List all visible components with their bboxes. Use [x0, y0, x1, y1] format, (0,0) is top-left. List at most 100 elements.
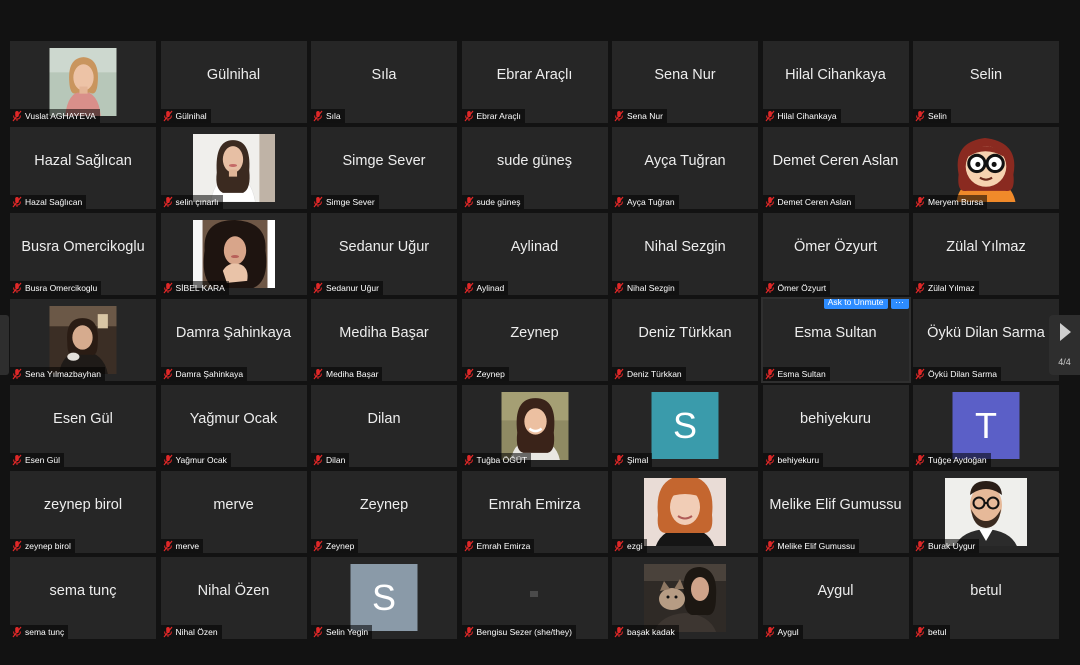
participant-tile[interactable]: Zeynep Zeynep — [461, 299, 608, 381]
muted-mic-icon — [313, 454, 323, 466]
participant-tile[interactable]: selin çınarlı — [160, 127, 307, 209]
ask-to-unmute-button[interactable]: Ask to Unmute — [823, 299, 888, 309]
participant-name-label: Dilan — [311, 453, 350, 467]
participant-tile[interactable]: başak kadak — [612, 557, 758, 639]
participant-tile[interactable]: Sena Yılmazbayhan — [10, 299, 156, 381]
participant-tile[interactable]: Burak Uygur — [913, 471, 1059, 553]
participant-tile[interactable]: S Selin Yegin — [311, 557, 457, 639]
participant-name-label: sema tunç — [10, 625, 69, 639]
participant-display-name: Sıla — [371, 67, 397, 83]
participant-tile[interactable]: Damra Şahinkaya Damra Şahinkaya — [160, 299, 307, 381]
participant-tile[interactable]: merve merve — [160, 471, 307, 553]
participant-display-name: Nihal Sezgin — [644, 239, 726, 255]
participant-tile[interactable]: Sena Nur Sena Nur — [612, 41, 758, 123]
next-page-button[interactable]: 4/4 — [1049, 315, 1080, 375]
participant-name: ezgi — [627, 541, 643, 551]
participant-tile[interactable]: Ayça Tuğran Ayça Tuğran — [612, 127, 758, 209]
participant-name: Ebrar Araçlı — [476, 111, 521, 121]
participant-avatar: S — [350, 564, 418, 631]
participant-tile[interactable]: betul betul — [913, 557, 1059, 639]
participant-tile[interactable]: Aygul Aygul — [762, 557, 909, 639]
participant-video — [501, 392, 568, 460]
more-options-button[interactable]: ··· — [890, 299, 909, 309]
participant-tile[interactable]: ezgi — [612, 471, 758, 553]
participant-display-name: Mediha Başar — [339, 325, 429, 341]
participant-name-label: Ayça Tuğran — [612, 195, 679, 209]
participant-tile[interactable]: Sıla Sıla — [311, 41, 457, 123]
participant-tile[interactable]: Deniz Türkkan Deniz Türkkan — [612, 299, 758, 381]
participant-tile[interactable]: T Tuğçe Aydoğan — [913, 385, 1059, 467]
participant-tile[interactable]: Ebrar Araçlı Ebrar Araçlı — [461, 41, 608, 123]
muted-mic-icon — [12, 282, 22, 294]
participant-tile[interactable]: Öykü Dilan Sarma Öykü Dilan Sarma — [913, 299, 1059, 381]
muted-mic-icon — [163, 196, 173, 208]
participant-tile[interactable]: sude güneş sude güneş — [461, 127, 608, 209]
participant-name: Deniz Türkkan — [627, 369, 682, 379]
muted-mic-icon — [915, 540, 925, 552]
participant-name-label: Damra Şahinkaya — [160, 367, 248, 381]
participant-name-label: Selin Yegin — [311, 625, 373, 639]
participant-tile[interactable]: Nihal Özen Nihal Özen — [160, 557, 307, 639]
muted-mic-icon — [12, 368, 22, 380]
muted-mic-icon — [464, 540, 474, 552]
muted-mic-icon — [765, 368, 775, 380]
participant-tile[interactable]: Sedanur Uğur Sedanur Uğur — [311, 213, 457, 295]
participant-tile[interactable]: Aylinad Aylinad — [461, 213, 608, 295]
participant-tile[interactable]: Melike Elif Gumussu Melike Elif Gumussu — [762, 471, 909, 553]
participant-tile[interactable]: S Şimal — [612, 385, 758, 467]
participant-name-label: Vuslat AGHAYEVA — [10, 109, 100, 123]
participant-tile[interactable]: sema tunç sema tunç — [10, 557, 156, 639]
participant-display-name: Emrah Emirza — [488, 497, 581, 513]
muted-mic-icon — [614, 196, 624, 208]
participant-tile[interactable]: Dilan Dilan — [311, 385, 457, 467]
muted-mic-icon — [765, 196, 775, 208]
participant-tile[interactable]: Ömer Özyurt Ömer Özyurt — [762, 213, 909, 295]
participant-tile[interactable]: Zeynep Zeynep — [311, 471, 457, 553]
participant-name: Bengisu Sezer (she/they) — [476, 627, 572, 637]
participant-name-label: Aygul — [762, 625, 803, 639]
participant-tile[interactable]: Meryem Bursa — [913, 127, 1059, 209]
participant-name: Zeynep — [326, 541, 355, 551]
participant-tile[interactable]: Vuslat AGHAYEVA — [10, 41, 156, 123]
participant-video — [49, 48, 117, 116]
participant-tile[interactable]: zeynep birol zeynep birol — [10, 471, 156, 553]
participant-display-name: zeynep birol — [43, 497, 123, 513]
participant-tile[interactable]: Demet Ceren Aslan Demet Ceren Aslan — [762, 127, 909, 209]
muted-mic-icon — [915, 454, 925, 466]
participant-tile[interactable]: Hilal Cihankaya Hilal Cihankaya — [762, 41, 909, 123]
participant-name-label: Tuğçe Aydoğan — [913, 453, 991, 467]
muted-mic-icon — [163, 454, 173, 466]
participant-tile[interactable]: Esma Sultan Ask to Unmute ··· Esma Sultan — [760, 297, 911, 383]
previous-page-button[interactable] — [0, 315, 9, 375]
participant-video — [192, 134, 275, 202]
participant-tile[interactable]: Yağmur Ocak Yağmur Ocak — [160, 385, 307, 467]
participant-tile[interactable]: Zülal Yılmaz Zülal Yılmaz — [913, 213, 1059, 295]
participant-tile[interactable]: SİBEL KARA — [160, 213, 307, 295]
participant-tile[interactable]: Selin Selin — [913, 41, 1059, 123]
muted-mic-icon — [765, 626, 775, 638]
participant-tile[interactable]: Esen Gül Esen Gül — [10, 385, 156, 467]
participant-tile[interactable]: Simge Sever Simge Sever — [311, 127, 457, 209]
participant-name-label: Aylinad — [461, 281, 509, 295]
participant-name-label: Bengisu Sezer (she/they) — [461, 625, 576, 639]
participant-tile[interactable]: Mediha Başar Mediha Başar — [311, 299, 457, 381]
participant-name: Sena Nur — [627, 111, 663, 121]
muted-mic-icon — [313, 368, 323, 380]
participant-tile[interactable]: behiyekuru behiyekuru — [762, 385, 909, 467]
participant-tile[interactable]: Bengisu Sezer (she/they) — [461, 557, 608, 639]
participant-display-name: merve — [213, 497, 254, 513]
participant-name: Demet Ceren Aslan — [777, 197, 852, 207]
participant-tile[interactable]: Hazal Sağlıcan Hazal Sağlıcan — [10, 127, 156, 209]
participant-tile[interactable]: Busra Omercikoglu Busra Omercikoglu — [10, 213, 156, 295]
muted-mic-icon — [614, 540, 624, 552]
participant-tile[interactable]: Gülnihal Gülnihal — [160, 41, 307, 123]
participant-display-name: Hazal Sağlıcan — [34, 153, 132, 169]
muted-mic-icon — [464, 282, 474, 294]
participant-name-label: Gülnihal — [160, 109, 211, 123]
participant-name: Sena Yılmazbayhan — [25, 369, 101, 379]
participant-name: Tuğba ÖĞÜT — [476, 455, 528, 465]
participant-tile[interactable]: Tuğba ÖĞÜT — [461, 385, 608, 467]
participant-name: Zeynep — [476, 369, 505, 379]
participant-tile[interactable]: Nihal Sezgin Nihal Sezgin — [612, 213, 758, 295]
participant-tile[interactable]: Emrah Emirza Emrah Emirza — [461, 471, 608, 553]
